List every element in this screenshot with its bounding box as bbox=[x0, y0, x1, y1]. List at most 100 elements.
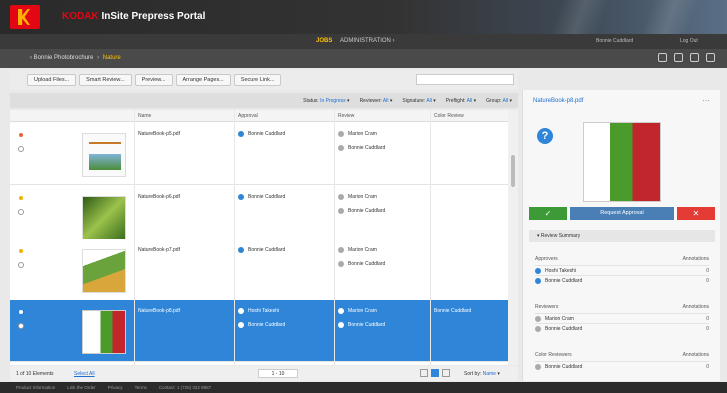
page-thumbnail[interactable] bbox=[82, 196, 126, 240]
page-thumbnail[interactable] bbox=[82, 133, 126, 177]
filter-label: Signature: bbox=[402, 97, 426, 104]
reviewer: Marion Cram bbox=[338, 247, 377, 253]
sort-control[interactable]: Sort by: Name ▾ bbox=[464, 371, 500, 377]
more-options-icon[interactable]: ··· bbox=[702, 96, 710, 105]
filter-value: All bbox=[382, 97, 389, 104]
menu-administration[interactable]: ADMINISTRATION › bbox=[340, 38, 395, 44]
help-icon[interactable]: ? bbox=[537, 128, 553, 144]
reviewer-status-icon bbox=[338, 194, 344, 200]
current-user[interactable]: Bonnie Cuddlard bbox=[596, 38, 633, 44]
filter-value: In Progress bbox=[320, 97, 346, 104]
footer-link[interactable]: Link the Order bbox=[67, 385, 96, 390]
approver-name: Bonnie Cuddlard bbox=[248, 322, 286, 328]
reviewer: Bonnie Cuddlard bbox=[338, 145, 385, 151]
grid-view-icon[interactable] bbox=[431, 369, 439, 377]
column-header-approval[interactable]: Approval bbox=[238, 113, 258, 119]
smart-review-button[interactable]: Smart Review... bbox=[79, 74, 132, 86]
reviewer-name: Marion Cram bbox=[348, 308, 377, 314]
file-name[interactable]: NatureBook-p8.pdf bbox=[138, 308, 180, 314]
file-name[interactable]: NatureBook-p5.pdf bbox=[138, 131, 180, 137]
approver: Bonnie Cuddlard bbox=[238, 131, 285, 137]
reviewer-name: Marion Cram bbox=[348, 194, 377, 200]
filter-status[interactable]: Status: In Progress ▾ bbox=[303, 98, 349, 104]
list-item[interactable]: Bonnie Cuddlard 0 bbox=[535, 275, 709, 285]
row-checkbox[interactable] bbox=[18, 262, 24, 268]
status-flag-icon bbox=[19, 196, 23, 200]
footer-link[interactable]: Product Information bbox=[16, 385, 55, 390]
upload-files-button[interactable]: Upload Files... bbox=[27, 74, 77, 86]
footer-link[interactable]: Privacy bbox=[108, 385, 123, 390]
list-item[interactable]: Hoshi Takeshi 0 bbox=[535, 265, 709, 275]
approver-name: Hoshi Takeshi bbox=[248, 308, 280, 314]
approver-status-icon bbox=[238, 322, 244, 328]
list-item[interactable]: Bonnie Cuddlard 0 bbox=[535, 361, 709, 371]
search-input[interactable] bbox=[416, 74, 514, 85]
list-item[interactable]: Bonnie Cuddlard 0 bbox=[535, 323, 709, 333]
reviewer-status-icon bbox=[338, 208, 344, 214]
filter-label: Preflight: bbox=[445, 97, 466, 104]
notifications-icon[interactable] bbox=[658, 53, 667, 62]
page-preview[interactable] bbox=[583, 122, 661, 202]
scrollbar-thumb[interactable] bbox=[511, 155, 515, 187]
footer-link[interactable]: Terms bbox=[135, 385, 147, 390]
thumbnail-view-icon[interactable] bbox=[442, 369, 450, 377]
preview-button[interactable]: Preview... bbox=[134, 74, 173, 86]
filter-value: All bbox=[426, 97, 432, 104]
column-header-review[interactable]: Review bbox=[338, 113, 354, 119]
header-tools bbox=[658, 53, 715, 62]
file-name[interactable]: NatureBook-p7.pdf bbox=[138, 247, 180, 253]
user-name: Marion Cram bbox=[545, 315, 574, 322]
request-approval-button[interactable]: Request Approval bbox=[570, 207, 674, 220]
review-summary-header[interactable]: ▾ Review Summary bbox=[529, 230, 715, 242]
table-scrollbar[interactable] bbox=[508, 110, 518, 365]
select-all-link[interactable]: Select All bbox=[74, 371, 95, 377]
approver: Hoshi Takeshi bbox=[238, 308, 279, 314]
main-menu: JOBS ADMINISTRATION › Bonnie Cuddlard Lo… bbox=[0, 34, 727, 49]
column-divider bbox=[430, 110, 431, 365]
breadcrumb-parent[interactable]: Bonnie Photobrochure bbox=[34, 55, 94, 61]
group-column: Annotations bbox=[682, 304, 709, 310]
list-view-icon[interactable] bbox=[420, 369, 428, 377]
settings-icon[interactable] bbox=[706, 53, 715, 62]
reviewers-group: Reviewers Annotations Marion Cram 0 Bonnie… bbox=[535, 304, 709, 333]
table-row[interactable]: NatureBook-p7.pdf Bonnie Cuddlard Marion… bbox=[10, 239, 518, 301]
back-chevron-icon[interactable]: ‹ bbox=[30, 55, 32, 61]
filter-label: Reviewer: bbox=[359, 97, 382, 104]
reject-button[interactable]: ✕ bbox=[677, 207, 715, 220]
reviewer-name: Bonnie Cuddlard bbox=[348, 208, 386, 214]
filter-signature[interactable]: Signature: All ▾ bbox=[402, 98, 435, 104]
filter-reviewer[interactable]: Reviewer: All ▾ bbox=[360, 98, 393, 104]
filter-bar: Status: In Progress ▾ Reviewer: All ▾ Si… bbox=[10, 93, 518, 108]
arrange-pages-button[interactable]: Arrange Pages... bbox=[175, 74, 231, 86]
column-divider bbox=[134, 110, 135, 365]
filter-preflight[interactable]: Preflight: All ▾ bbox=[446, 98, 476, 104]
footer-link[interactable]: Contact: 1 (725) 322 8887 bbox=[159, 385, 211, 390]
column-header-name[interactable]: Name bbox=[138, 113, 151, 119]
reviewer-status-icon bbox=[338, 261, 344, 267]
table-row-selected[interactable]: NatureBook-p8.pdf Hoshi Takeshi Bonnie C… bbox=[10, 300, 518, 362]
page-thumbnail[interactable] bbox=[82, 249, 126, 293]
approve-button[interactable]: ✓ bbox=[529, 207, 567, 220]
page-selector[interactable]: 1 - 10 bbox=[258, 369, 298, 378]
page-thumbnail[interactable] bbox=[82, 310, 126, 354]
reviewer: Bonnie Cuddlard bbox=[338, 208, 385, 214]
table-row[interactable]: NatureBook-p5.pdf Bonnie Cuddlard Marion… bbox=[10, 123, 518, 185]
secure-link-button[interactable]: Secure Link... bbox=[233, 74, 282, 86]
product-name: InSite Prepress Portal bbox=[101, 11, 206, 22]
filter-group[interactable]: Group: All ▾ bbox=[486, 98, 512, 104]
reviewer-status-icon bbox=[338, 322, 344, 328]
logout-link[interactable]: Log Out bbox=[680, 38, 698, 44]
group-column: Annotations bbox=[682, 352, 709, 358]
list-item[interactable]: Marion Cram 0 bbox=[535, 313, 709, 323]
tools-icon[interactable] bbox=[690, 53, 699, 62]
menu-jobs[interactable]: JOBS bbox=[316, 38, 332, 44]
approver-status-icon bbox=[238, 247, 244, 253]
row-checkbox[interactable] bbox=[18, 323, 24, 329]
upload-icon[interactable] bbox=[674, 53, 683, 62]
annotation-count: 0 bbox=[706, 267, 709, 274]
page-footer: Product Information Link the Order Priva… bbox=[0, 382, 727, 393]
row-checkbox[interactable] bbox=[18, 146, 24, 152]
column-header-color-review[interactable]: Color Review bbox=[434, 113, 464, 119]
file-name[interactable]: NatureBook-p6.pdf bbox=[138, 194, 180, 200]
row-checkbox[interactable] bbox=[18, 209, 24, 215]
